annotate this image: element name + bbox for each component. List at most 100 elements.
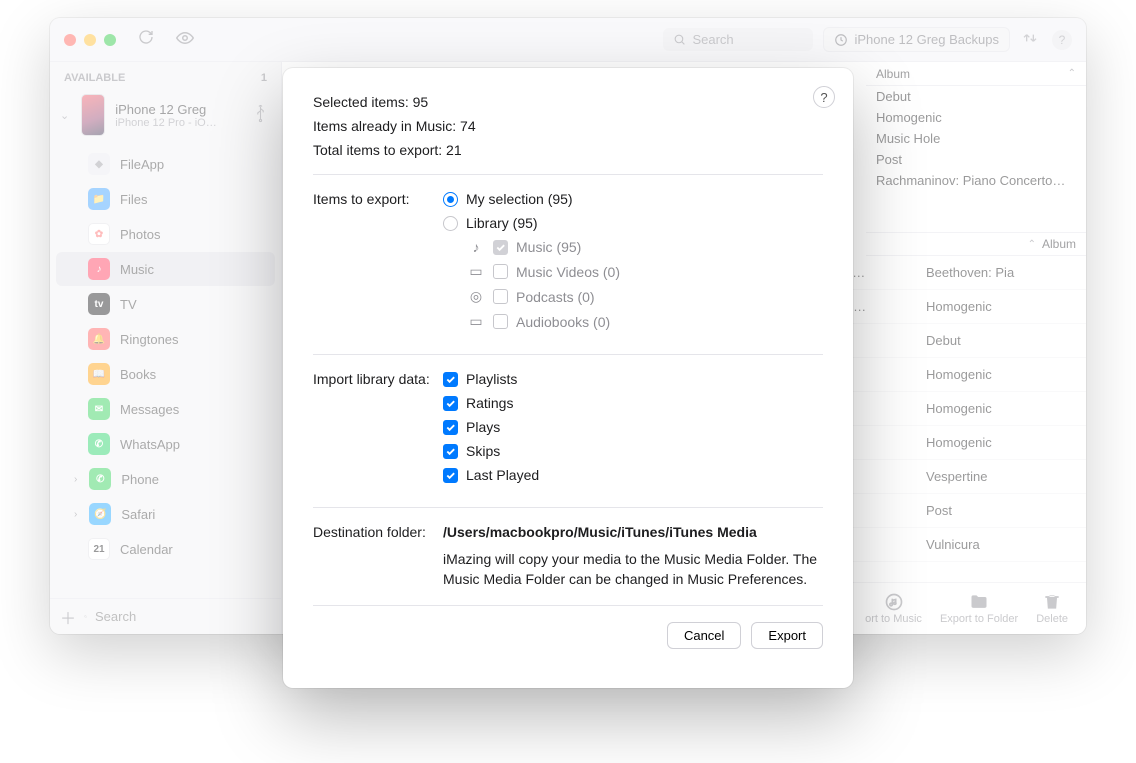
items-to-export-label: Items to export:	[313, 191, 443, 338]
album-list-item[interactable]: Debut	[866, 86, 1086, 107]
destination-note: iMazing will copy your media to the Musi…	[443, 550, 823, 589]
video-icon: ▭	[467, 263, 485, 280]
song-album: Debut	[926, 333, 1076, 348]
add-button[interactable]: ＋	[60, 605, 76, 629]
sidebar-footer: ＋	[50, 598, 281, 634]
search-icon	[84, 610, 87, 623]
export-to-music-button[interactable]: ort to Music	[865, 592, 922, 625]
maximize-window-button[interactable]	[104, 34, 116, 46]
sidebar-item-calendar[interactable]: 21Calendar	[56, 532, 275, 566]
app-icon: ♪	[88, 258, 110, 280]
export-button[interactable]: Export	[751, 622, 823, 649]
radio-unchecked-icon	[443, 216, 458, 231]
checkbox-disabled-checked-icon	[493, 240, 508, 255]
sidebar-item-label: Calendar	[120, 542, 173, 557]
sidebar-item-label: Phone	[121, 472, 159, 487]
import-library-data-label: Import library data:	[313, 371, 443, 491]
sidebar-item-safari[interactable]: ›🧭Safari	[56, 497, 275, 531]
radio-my-selection-label: My selection (95)	[466, 191, 573, 207]
sidebar-item-phone[interactable]: ›✆Phone	[56, 462, 275, 496]
app-icon: ✿	[88, 223, 110, 245]
eye-icon[interactable]	[176, 29, 194, 50]
sidebar-item-label: TV	[120, 297, 137, 312]
backups-label: iPhone 12 Greg Backups	[854, 32, 999, 47]
chevron-down-icon: ⌄	[60, 109, 69, 122]
radio-my-selection[interactable]: My selection (95)	[443, 191, 823, 207]
song-album: Vespertine	[926, 469, 1076, 484]
sidebar-item-ringtones[interactable]: 🔔 Ringtones	[56, 322, 275, 356]
titlebar-search[interactable]: Search	[663, 28, 813, 51]
checkbox-checked-icon	[443, 396, 458, 411]
device-name: iPhone 12 Greg	[115, 102, 217, 117]
sidebar-item-whatsapp[interactable]: ✆WhatsApp	[56, 427, 275, 461]
checkbox-checked-icon	[443, 420, 458, 435]
dialog-help-button[interactable]: ?	[813, 86, 835, 108]
sub-option-music-videos: ▭ Music Videos (0)	[467, 263, 823, 280]
app-icon: 🔔	[88, 328, 110, 350]
sidebar-item-files[interactable]: 📁Files	[56, 182, 275, 216]
device-thumbnail	[81, 94, 105, 136]
music-note-icon: ♪	[467, 239, 485, 255]
sidebar-item-tv[interactable]: tv TV	[56, 287, 275, 321]
refresh-icon[interactable]	[138, 29, 154, 50]
audiobook-icon: ▭	[467, 313, 485, 330]
album-column-header[interactable]: Album ⌃	[866, 62, 1086, 86]
clock-icon	[834, 33, 848, 47]
sidebar-item-label: FileApp	[120, 157, 164, 172]
already-in-music-label: Items already in Music: 74	[313, 118, 823, 134]
close-window-button[interactable]	[64, 34, 76, 46]
song-album-header-label: Album	[1042, 237, 1076, 251]
sidebar-item-messages[interactable]: ✉Messages	[56, 392, 275, 426]
song-album: Homogenic	[926, 367, 1076, 382]
help-icon[interactable]: ?	[1052, 30, 1072, 50]
checkbox-ratings[interactable]: Ratings	[443, 395, 823, 411]
delete-button[interactable]: Delete	[1036, 592, 1068, 625]
checkbox-checked-icon	[443, 468, 458, 483]
sidebar-item-label: Music	[120, 262, 154, 277]
song-column-header[interactable]: ⌃ Album	[866, 232, 1086, 256]
minimize-window-button[interactable]	[84, 34, 96, 46]
sidebar-item-label: Messages	[120, 402, 179, 417]
sidebar-item-books[interactable]: 📖Books	[56, 357, 275, 391]
song-album: Vulnicura	[926, 537, 1076, 552]
checkbox-playlists[interactable]: Playlists	[443, 371, 823, 387]
checkbox-last-played[interactable]: Last Played	[443, 467, 823, 483]
sidebar-item-music[interactable]: ♪ Music	[56, 252, 275, 286]
sidebar-search-input[interactable]	[95, 609, 271, 624]
song-album: Homogenic	[926, 401, 1076, 416]
cancel-button[interactable]: Cancel	[667, 622, 741, 649]
checkbox-checked-icon	[443, 372, 458, 387]
app-icon: tv	[88, 293, 110, 315]
device-subtitle: iPhone 12 Pro - iO…	[115, 117, 217, 129]
checkbox-plays[interactable]: Plays	[443, 419, 823, 435]
sidebar-item-fileapp[interactable]: ◆ FileApp	[56, 147, 275, 181]
chevron-up-icon: ⌃	[1028, 239, 1036, 250]
dialog-summary: Selected items: 95 Items already in Musi…	[313, 94, 823, 158]
transfer-icon[interactable]	[1022, 30, 1038, 49]
app-icon: ✆	[88, 433, 110, 455]
sidebar-item-photos[interactable]: ✿Photos	[56, 217, 275, 251]
song-album: Beethoven: Pia	[926, 265, 1076, 280]
checkbox-skips[interactable]: Skips	[443, 443, 823, 459]
checkbox-unchecked-icon	[493, 314, 508, 329]
album-header-label: Album	[876, 67, 910, 81]
sidebar: AVAILABLE 1 ⌄ iPhone 12 Greg iPhone 12 P…	[50, 62, 282, 634]
album-list-item[interactable]: Music Hole	[866, 128, 1086, 149]
album-list-item[interactable]: Post	[866, 149, 1086, 170]
device-row[interactable]: ⌄ iPhone 12 Greg iPhone 12 Pro - iO…	[50, 88, 281, 142]
sub-option-audiobooks: ▭ Audiobooks (0)	[467, 313, 823, 330]
radio-checked-icon	[443, 192, 458, 207]
sidebar-item-label: Ringtones	[120, 332, 179, 347]
usb-icon	[254, 105, 267, 126]
window-controls	[64, 34, 116, 46]
backups-button[interactable]: iPhone 12 Greg Backups	[823, 27, 1010, 52]
total-to-export-label: Total items to export: 21	[313, 142, 823, 158]
album-list-item[interactable]: Homogenic	[866, 107, 1086, 128]
chevron-right-icon: ›	[74, 474, 77, 485]
chevron-right-icon: ›	[74, 509, 77, 520]
radio-library[interactable]: Library (95)	[443, 215, 823, 231]
export-to-folder-button[interactable]: Export to Folder	[940, 592, 1018, 625]
app-icon: ◆	[88, 153, 110, 175]
album-list-item[interactable]: Rachmaninov: Piano Concerto…	[866, 170, 1086, 191]
sidebar-item-label: Books	[120, 367, 156, 382]
